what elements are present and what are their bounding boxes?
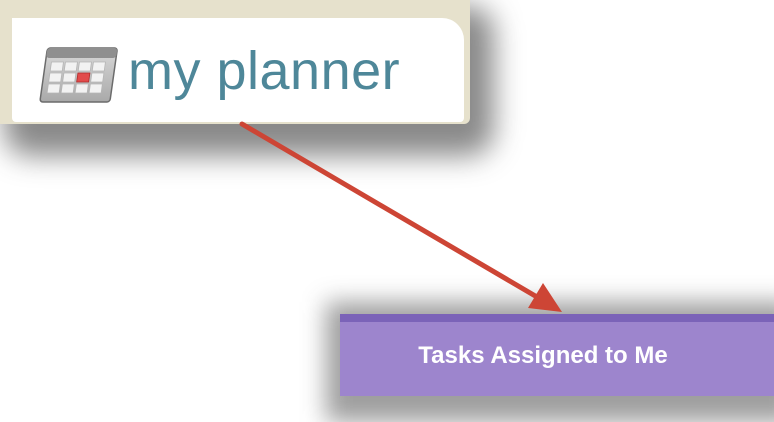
tasks-assigned-tab[interactable]: Tasks Assigned to Me — [340, 314, 774, 396]
my-planner-link[interactable]: my planner — [128, 36, 400, 106]
calendar-icon[interactable] — [38, 44, 118, 106]
tasks-assigned-label: Tasks Assigned to Me — [418, 342, 668, 369]
